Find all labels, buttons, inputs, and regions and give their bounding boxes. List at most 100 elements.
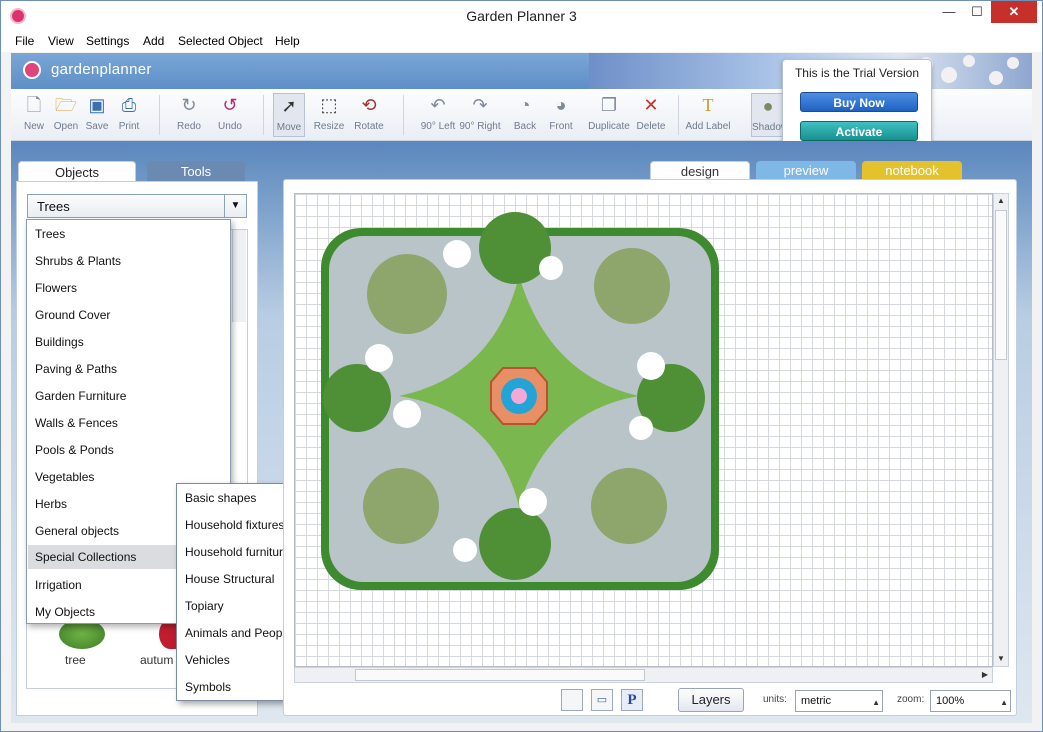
bring-front-button[interactable]: ◕ Front — [538, 93, 584, 137]
delete-button[interactable]: ✕ Delete — [628, 93, 674, 137]
shadow-button[interactable]: ● Shadow — [751, 93, 788, 137]
category-option-trees[interactable]: Trees — [28, 222, 229, 246]
toolbar-separator — [263, 95, 264, 135]
add-label-button[interactable]: T Add Label — [685, 93, 731, 137]
units-value: metric — [801, 695, 831, 707]
white-flowers — [539, 256, 563, 280]
white-flowers — [365, 344, 393, 372]
white-flowers — [443, 240, 471, 268]
undo-icon: ↺ — [222, 95, 238, 115]
grid-toggle-button[interactable] — [561, 689, 583, 711]
zoom-spinner[interactable]: 100% ▲ — [930, 690, 1011, 712]
category-option-pools[interactable]: Pools & Ponds — [28, 438, 229, 462]
redo-icon: ↻ — [181, 95, 197, 115]
maximize-button[interactable]: ☐ — [963, 1, 991, 23]
delete-x-icon: ✕ — [643, 95, 659, 115]
toolbar-separator — [678, 95, 679, 135]
tree-canopy — [363, 468, 439, 544]
rotate-right-90-button[interactable]: ↷ 90° Right — [457, 93, 503, 137]
tree-canopy — [591, 468, 667, 544]
rotate-button[interactable]: ⟲ Rotate — [346, 93, 392, 137]
app-window: Garden Planner 3 — ☐ ✕ File View Setting… — [0, 0, 1043, 732]
rose-shrub — [479, 508, 551, 580]
window-title: Garden Planner 3 — [466, 8, 577, 24]
text-t-icon: T — [702, 95, 714, 115]
print-icon: ⎙ — [121, 95, 137, 115]
canvas-vertical-scrollbar[interactable]: ▲ ▼ — [993, 193, 1009, 667]
redo-button[interactable]: ↻ Redo — [166, 93, 212, 137]
horizontal-scroll-thumb[interactable] — [355, 669, 645, 681]
category-option-paving[interactable]: Paving & Paths — [28, 357, 229, 381]
units-spinner[interactable]: metric ▲ — [795, 690, 883, 712]
tab-design[interactable]: design — [650, 161, 750, 181]
menu-add[interactable]: Add — [143, 34, 164, 48]
scroll-up-icon[interactable]: ▲ — [994, 194, 1008, 208]
vertical-scroll-thumb[interactable] — [995, 210, 1007, 360]
tab-objects[interactable]: Objects — [18, 161, 136, 183]
duplicate-icon: ❐ — [600, 95, 618, 115]
menu-file[interactable]: File — [15, 34, 34, 48]
p-letter-icon: P — [627, 692, 637, 708]
scroll-right-icon[interactable]: ▶ — [978, 668, 992, 682]
white-flowers — [453, 538, 477, 562]
toolbar-separator — [159, 95, 160, 135]
category-selected-value: Trees — [37, 199, 70, 214]
scroll-down-icon[interactable]: ▼ — [994, 652, 1008, 666]
blossom-shape — [941, 67, 957, 83]
chevron-down-icon[interactable]: ▼ — [224, 195, 246, 217]
blossom-shape — [989, 71, 1003, 85]
spinner-up-icon[interactable]: ▲ — [872, 693, 880, 713]
rotate-left-90-button[interactable]: ↶ 90° Left — [415, 93, 461, 137]
bring-front-icon: ◕ — [555, 95, 567, 115]
activate-button[interactable]: Activate — [800, 121, 918, 141]
trial-title: This is the Trial Version — [794, 66, 920, 80]
white-flowers — [629, 416, 653, 440]
print-button[interactable]: ⎙ Print — [106, 93, 152, 137]
menu-help[interactable]: Help — [275, 34, 300, 48]
trial-version-popup: This is the Trial Version Buy Now Activa… — [782, 59, 932, 151]
menu-bar: File View Settings Add Selected Object H… — [1, 31, 1042, 52]
zoom-value: 100% — [936, 695, 965, 707]
garden-design-drawing[interactable] — [319, 206, 724, 591]
arrow-cursor-icon: ➚ — [281, 96, 297, 116]
layers-button[interactable]: Layers — [678, 688, 744, 712]
white-flowers — [637, 352, 665, 380]
tab-tools[interactable]: Tools — [147, 161, 245, 183]
category-select[interactable]: Trees ▼ — [27, 194, 247, 218]
category-option-garden-furniture[interactable]: Garden Furniture — [28, 384, 229, 408]
ruler-toggle-button[interactable]: ▭ — [591, 689, 613, 711]
duplicate-button[interactable]: ❐ Duplicate — [586, 93, 632, 137]
menu-settings[interactable]: Settings — [86, 34, 129, 48]
tree-canopy — [367, 254, 447, 334]
category-option-buildings[interactable]: Buildings — [28, 330, 229, 354]
minimize-button[interactable]: — — [935, 1, 963, 23]
category-option-ground-cover[interactable]: Ground Cover — [28, 303, 229, 327]
rotate-left-icon: ↶ — [430, 95, 446, 115]
category-option-flowers[interactable]: Flowers — [28, 276, 229, 300]
category-option-walls[interactable]: Walls & Fences — [28, 411, 229, 435]
category-option-shrubs[interactable]: Shrubs & Plants — [28, 249, 229, 273]
title-bar: Garden Planner 3 — ☐ ✕ — [1, 1, 1042, 31]
buy-now-button[interactable]: Buy Now — [800, 92, 918, 112]
tab-preview[interactable]: preview — [756, 161, 856, 181]
white-flowers — [519, 488, 547, 516]
shadow-circle-icon: ● — [762, 96, 774, 116]
spinner-up-icon[interactable]: ▲ — [1000, 693, 1008, 713]
menu-selected-object[interactable]: Selected Object — [178, 34, 263, 48]
autumn-object-label: autum — [140, 653, 174, 667]
move-button[interactable]: ➚ Move — [273, 93, 305, 137]
blossom-shape — [1007, 57, 1019, 69]
fountain-center — [511, 388, 527, 404]
object-list-scrollbar[interactable] — [232, 230, 246, 322]
rose-shrub — [323, 364, 391, 432]
zoom-label: zoom: — [897, 694, 925, 705]
canvas-horizontal-scrollbar[interactable]: ▶ — [294, 667, 993, 683]
close-button[interactable]: ✕ — [991, 1, 1037, 23]
brand-name: gardenplanner — [51, 61, 152, 78]
tab-notebook[interactable]: notebook — [862, 161, 962, 181]
menu-view[interactable]: View — [48, 34, 74, 48]
undo-button[interactable]: ↺ Undo — [207, 93, 253, 137]
plant-labels-toggle[interactable]: P — [621, 689, 643, 711]
brand-logo-icon — [23, 61, 41, 79]
blossom-shape — [963, 55, 975, 67]
